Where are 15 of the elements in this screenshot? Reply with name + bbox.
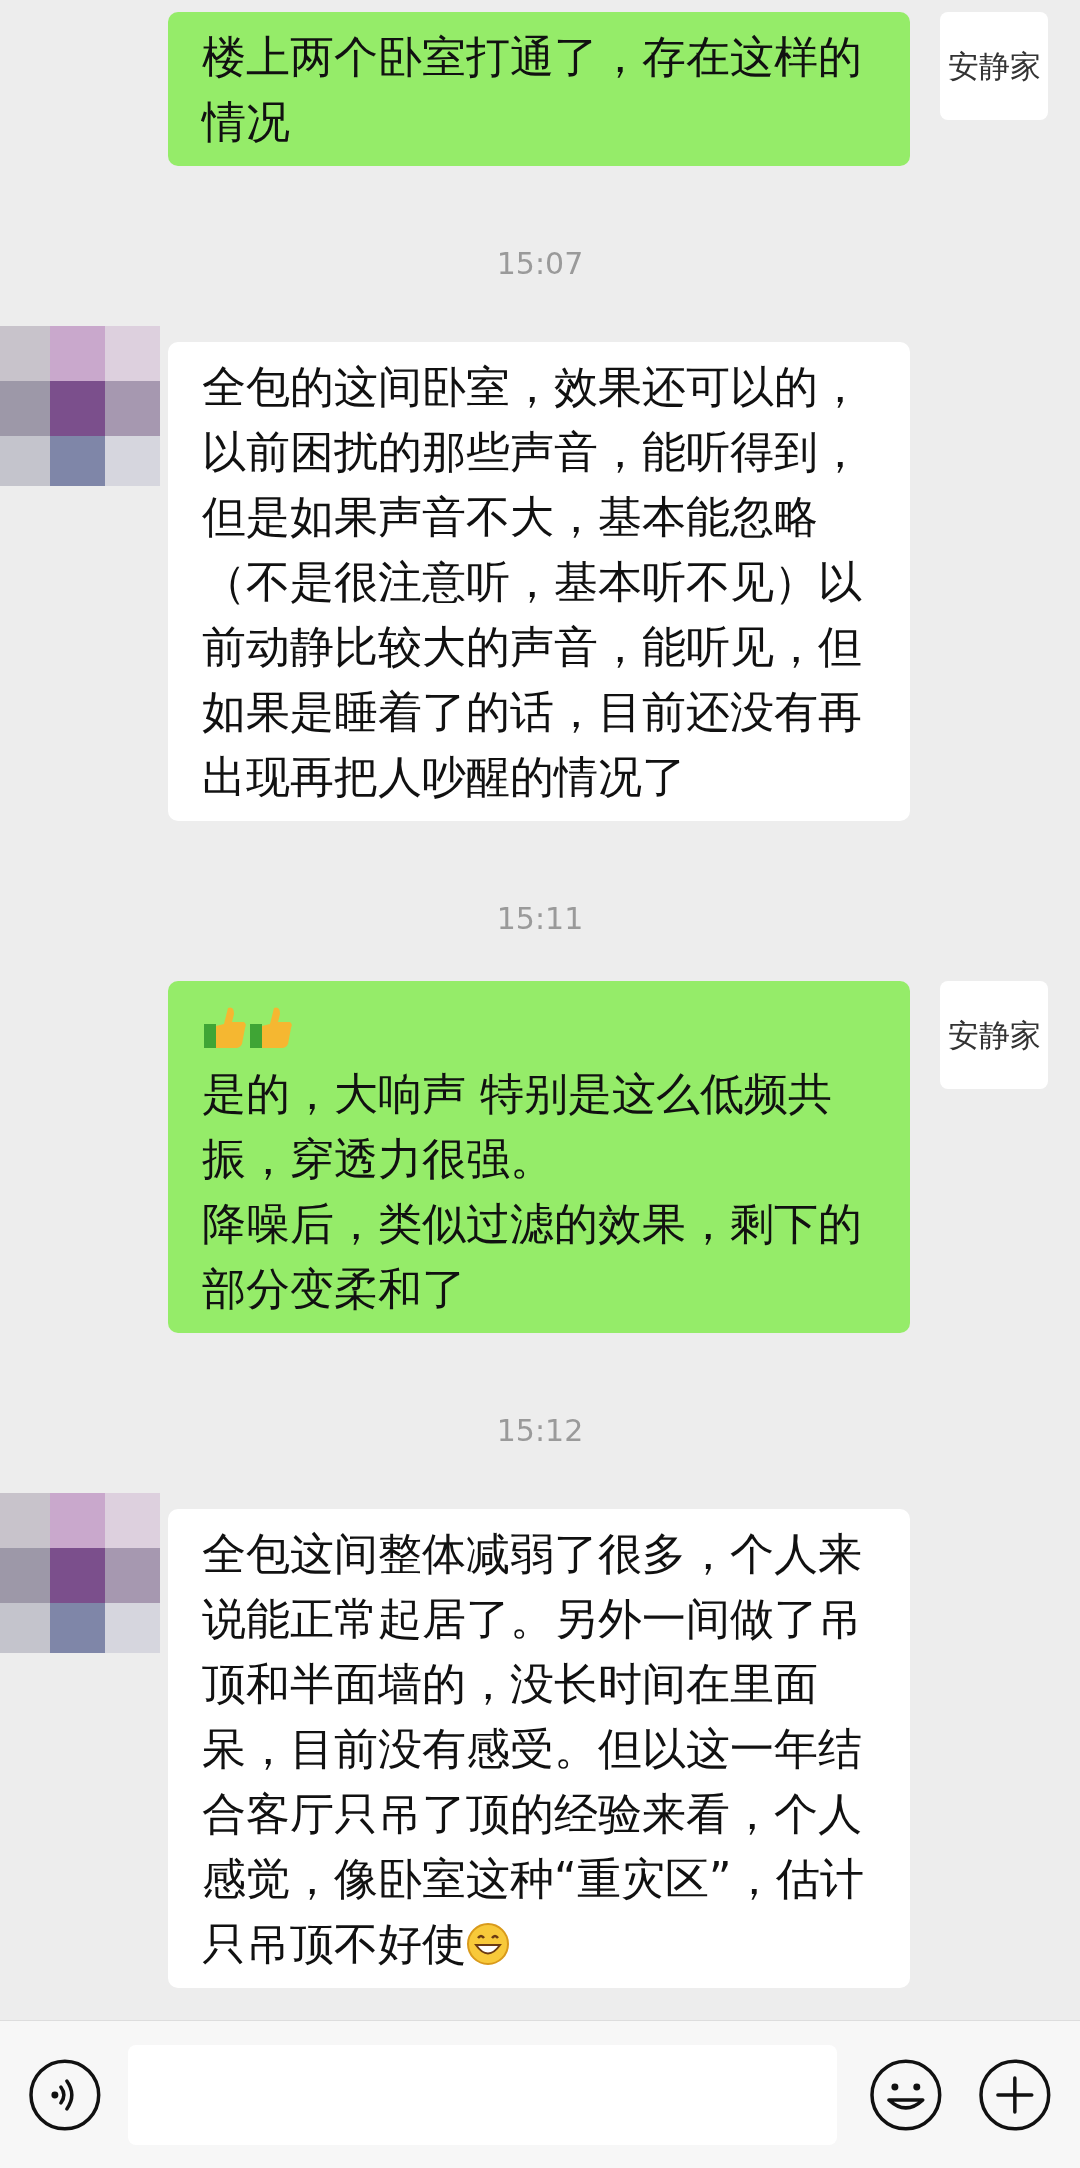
avatar[interactable]: 安静家 (940, 981, 1048, 1089)
grinning-emoji-icon (466, 1921, 510, 1966)
message-text: 全包的这间卧室，效果还可以的，以前困扰的那些声音，能听得到，但是如果声音不大，基本能忽略（不是很注意听，基本听不见）以前动静比较大的声音，能听见，但如果是睡着了的话，目前还没有再出现再把人吵醒的情况了 (202, 360, 863, 804)
voice-icon[interactable] (28, 2057, 102, 2132)
message-text: 楼上两个卧室打通了，存在这样的情况 (202, 30, 863, 149)
message-text: 只吊顶不好使 (202, 1917, 466, 1971)
timestamp: 15:07 (496, 245, 584, 283)
timestamp: 15:12 (496, 1412, 584, 1450)
message-text: 全包这间整体减弱了很多，个人来说能正常起居了。另外一间做了吊顶和半面墙的，没长时间在里面呆，目前没有感受。但以这一年结合客厅只吊了顶的经验来看，个人感觉，像卧室这种“重灾区”，估计 (202, 1527, 865, 1906)
timestamp: 15:11 (496, 900, 584, 938)
message-text: 降噪后，类似过滤的效果，剩下的部分变柔和了 (202, 1197, 863, 1316)
message-text: 是的，大响声 特别是这么低频共振，穿透力很强。 (202, 1067, 833, 1186)
avatar[interactable]: 安静家 (940, 12, 1048, 120)
plus-icon[interactable] (978, 2057, 1052, 2132)
emoji-icon[interactable] (868, 2057, 943, 2132)
